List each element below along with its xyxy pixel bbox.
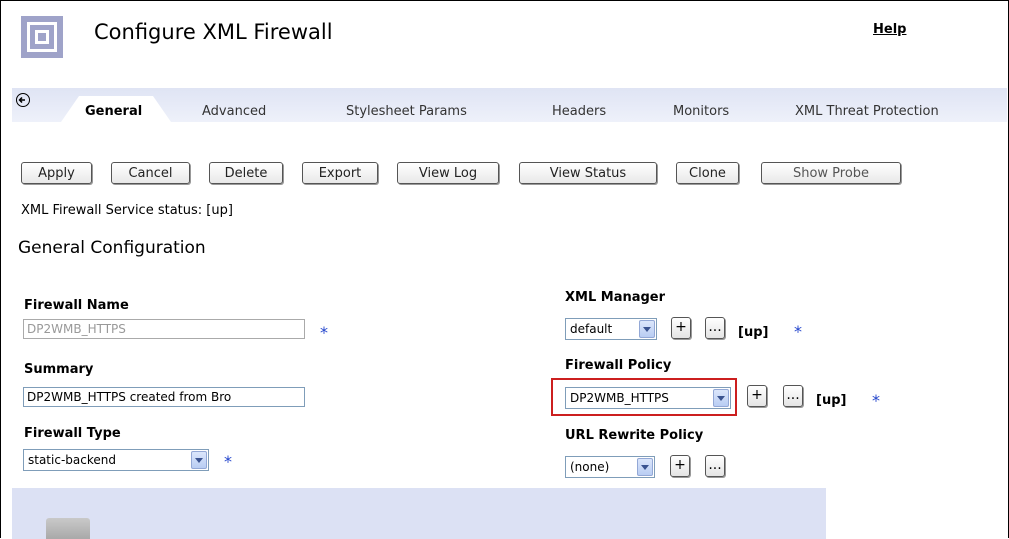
view-log-button[interactable]: View Log	[397, 162, 499, 184]
firewall-name-label: Firewall Name	[24, 298, 129, 313]
show-probe-button[interactable]: Show Probe	[761, 162, 901, 184]
tab-advanced[interactable]: Advanced	[202, 104, 266, 119]
clone-button[interactable]: Clone	[676, 162, 739, 184]
summary-field[interactable]: DP2WMB_HTTPS created from Bro	[23, 387, 305, 407]
required-marker: *	[872, 391, 880, 410]
tab-monitors[interactable]: Monitors	[673, 104, 729, 119]
page-title: Configure XML Firewall	[94, 20, 333, 44]
section-title: General Configuration	[18, 238, 206, 258]
firewall-policy-status: [up]	[816, 393, 847, 408]
tab-stylesheet-params[interactable]: Stylesheet Params	[346, 104, 467, 119]
firewall-type-label: Firewall Type	[24, 426, 121, 441]
diagram-banner	[12, 488, 826, 539]
service-status: XML Firewall Service status: [up]	[21, 203, 233, 218]
url-rewrite-policy-value: (none)	[570, 460, 610, 474]
firewall-type-select[interactable]: static-backend	[23, 449, 209, 471]
chevron-down-icon	[713, 389, 729, 407]
xml-manager-value: default	[570, 322, 613, 336]
firewall-policy-label: Firewall Policy	[565, 358, 672, 373]
delete-button[interactable]: Delete	[209, 162, 283, 184]
cancel-button[interactable]: Cancel	[111, 162, 190, 184]
app-logo-icon	[21, 16, 63, 58]
help-link[interactable]: Help	[873, 22, 906, 37]
chevron-down-icon	[637, 458, 653, 476]
tab-bar: General Advanced Stylesheet Params Heade…	[12, 88, 1007, 122]
url-rewrite-policy-label: URL Rewrite Policy	[565, 428, 704, 443]
firewall-type-value: static-backend	[28, 453, 116, 467]
export-button[interactable]: Export	[302, 162, 378, 184]
tab-general[interactable]: General	[85, 104, 142, 119]
xml-manager-browse-button[interactable]: ...	[705, 317, 725, 339]
apply-button[interactable]: Apply	[21, 162, 92, 184]
firewall-policy-browse-button[interactable]: ...	[783, 385, 803, 407]
firewall-policy-select[interactable]: DP2WMB_HTTPS	[565, 387, 731, 409]
xml-manager-add-button[interactable]: +	[671, 317, 691, 339]
xml-manager-status: [up]	[738, 325, 769, 340]
firewall-policy-add-button[interactable]: +	[747, 385, 767, 407]
required-marker: *	[224, 452, 232, 471]
firewall-name-field[interactable]: DP2WMB_HTTPS	[23, 319, 305, 339]
required-marker: *	[320, 323, 328, 342]
server-icon	[46, 518, 90, 539]
tab-xml-threat-protection[interactable]: XML Threat Protection	[795, 104, 939, 119]
chevron-down-icon	[191, 451, 207, 469]
chevron-down-icon	[639, 320, 655, 338]
url-rewrite-policy-add-button[interactable]: +	[670, 455, 690, 477]
url-rewrite-policy-browse-button[interactable]: ...	[705, 455, 725, 477]
firewall-policy-value: DP2WMB_HTTPS	[570, 391, 669, 405]
required-marker: *	[794, 322, 802, 341]
xml-manager-label: XML Manager	[565, 290, 666, 305]
back-arrow-icon[interactable]	[16, 93, 30, 107]
summary-label: Summary	[24, 362, 94, 377]
url-rewrite-policy-select[interactable]: (none)	[565, 456, 655, 478]
tab-headers[interactable]: Headers	[552, 104, 606, 119]
view-status-button[interactable]: View Status	[519, 162, 657, 184]
xml-manager-select[interactable]: default	[565, 318, 657, 340]
